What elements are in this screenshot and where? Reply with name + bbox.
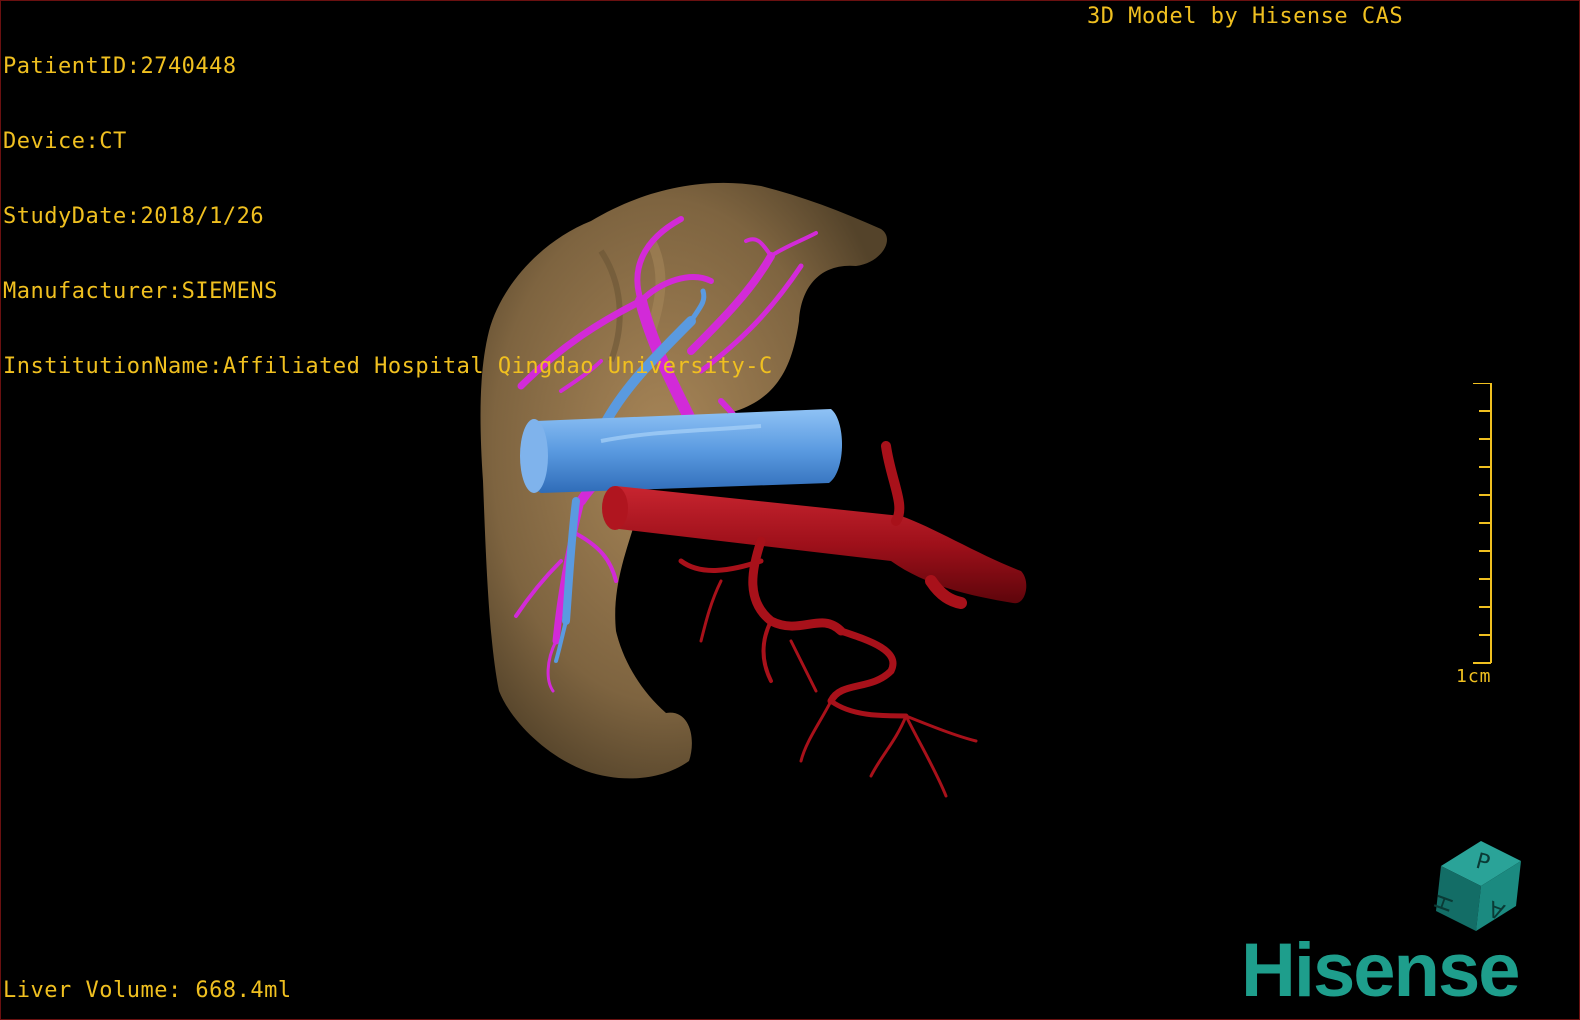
scale-bar-icon xyxy=(1473,383,1492,664)
patient-id-text: PatientID:2740448 xyxy=(3,54,237,79)
patient-info-block: PatientID:2740448 Device:CT StudyDate:20… xyxy=(3,4,773,429)
orientation-cube-icon[interactable]: P H A xyxy=(1421,831,1531,941)
3d-viewport[interactable]: PatientID:2740448 Device:CT StudyDate:20… xyxy=(0,0,1580,1020)
manufacturer-text: Manufacturer:SIEMENS xyxy=(3,279,278,304)
liver-volume-text: Liver Volume: 668.4ml xyxy=(3,978,292,1003)
model-credit-text: 3D Model by Hisense CAS xyxy=(1087,4,1404,29)
scale-label: 1cm xyxy=(1456,666,1492,687)
institution-text: InstitutionName:Affiliated Hospital Qing… xyxy=(3,354,773,379)
hisense-logo: Hisense xyxy=(1241,928,1520,1013)
study-date-text: StudyDate:2018/1/26 xyxy=(3,204,265,229)
device-text: Device:CT xyxy=(3,129,127,154)
